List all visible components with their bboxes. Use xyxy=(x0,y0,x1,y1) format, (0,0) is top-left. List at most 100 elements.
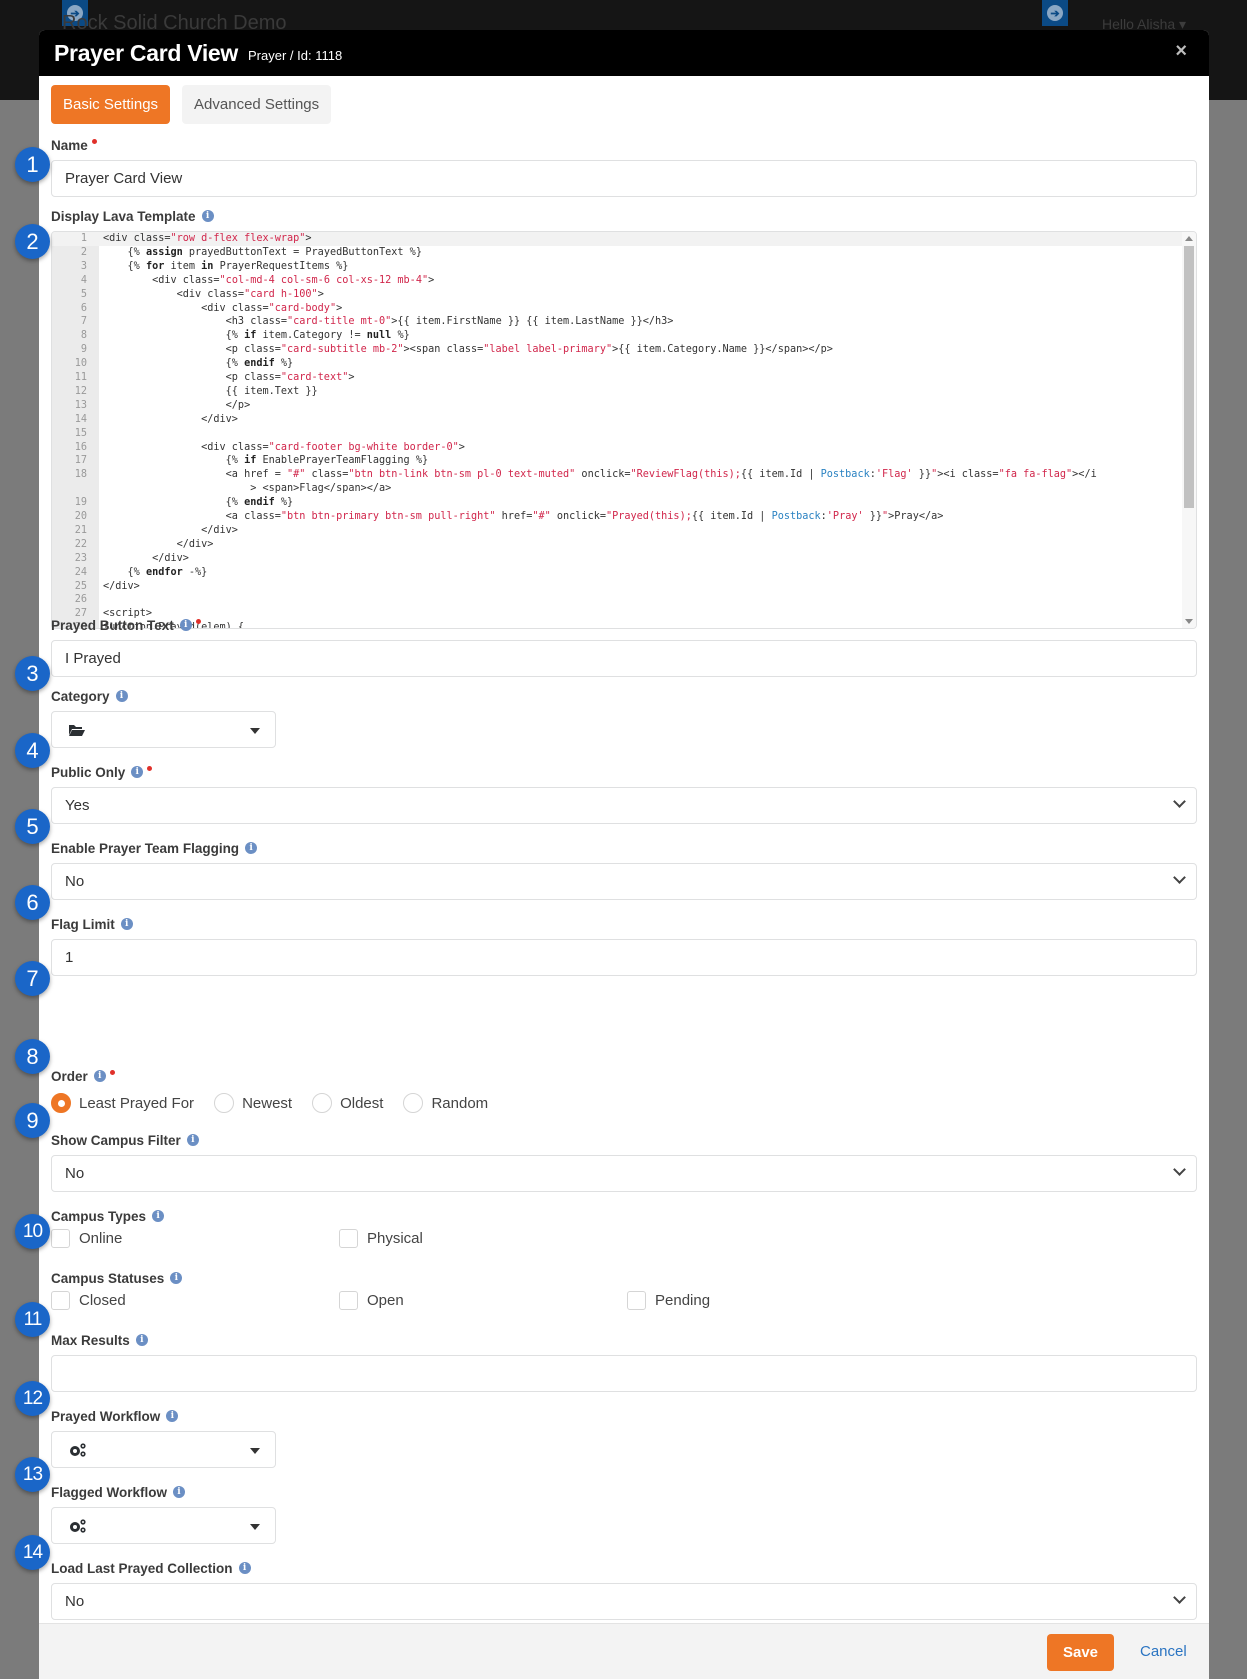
code-line[interactable]: 23 </div> xyxy=(52,552,1182,566)
tab-advanced-settings[interactable]: Advanced Settings xyxy=(182,85,332,124)
flagged-workflow-picker[interactable] xyxy=(51,1507,276,1544)
nav-arrow-right[interactable]: ➔ xyxy=(1042,0,1068,26)
info-icon[interactable]: i xyxy=(179,619,192,631)
code-line[interactable]: 12 {{ item.Text }} xyxy=(52,385,1182,399)
code-line[interactable]: > <span>Flag</span></a> xyxy=(52,482,1182,496)
campus-statuses-label: Campus Statuses xyxy=(51,1270,165,1286)
campus-status-closed[interactable]: Closed xyxy=(51,1291,126,1310)
order-radio-group: Least Prayed For Newest Oldest Random xyxy=(51,1091,1197,1115)
info-icon[interactable]: i xyxy=(131,766,144,778)
code-line[interactable]: 7 <h3 class="card-title mt-0">{{ item.Fi… xyxy=(52,315,1182,329)
info-icon[interactable]: i xyxy=(166,1410,179,1422)
checkbox[interactable] xyxy=(339,1229,358,1248)
code-line[interactable]: 20 <a class="btn btn-primary btn-sm pull… xyxy=(52,510,1182,524)
category-picker[interactable] xyxy=(51,711,276,748)
campus-type-physical[interactable]: Physical xyxy=(339,1229,423,1248)
code-line[interactable]: 9 <p class="card-subtitle mb-2"><span cl… xyxy=(52,343,1182,357)
info-icon[interactable]: i xyxy=(152,1210,165,1222)
max-results-input[interactable] xyxy=(51,1355,1197,1392)
code-line[interactable]: 13 </p> xyxy=(52,399,1182,413)
line-number: 1 xyxy=(80,233,87,244)
order-option-random[interactable]: Random xyxy=(403,1093,488,1113)
line-number: 23 xyxy=(74,552,87,564)
code-line[interactable]: 19 {% endif %} xyxy=(52,496,1182,510)
code-line[interactable]: 4 <div class="col-md-4 col-sm-6 col-xs-1… xyxy=(52,274,1182,288)
option-label: Pending xyxy=(655,1292,711,1309)
checkbox[interactable] xyxy=(51,1291,70,1310)
campus-status-open[interactable]: Open xyxy=(339,1291,404,1310)
code-line[interactable]: 22 </div> xyxy=(52,538,1182,552)
flag-limit-input[interactable]: 1 xyxy=(51,939,1197,976)
enable-flagging-label: Enable Prayer Team Flagging xyxy=(51,840,240,856)
info-icon[interactable]: i xyxy=(120,918,133,930)
checkbox[interactable] xyxy=(51,1229,70,1248)
radio-checked[interactable] xyxy=(51,1093,71,1113)
code-line[interactable]: 1 <div class="row d-flex flex-wrap"> xyxy=(52,232,1182,246)
caret-down-icon xyxy=(250,1448,260,1454)
code-line[interactable]: 26 xyxy=(52,593,1182,607)
callout-badge-7: 7 xyxy=(15,961,50,996)
order-option-newest[interactable]: Newest xyxy=(214,1093,292,1113)
code-line[interactable]: 18 <a href = "#" class="btn btn-link btn… xyxy=(52,468,1182,482)
cancel-button[interactable]: Cancel xyxy=(1140,1643,1187,1660)
public-only-label-row: Public Only i xyxy=(51,763,1197,781)
code-line[interactable]: 24 {% endfor -%} xyxy=(52,566,1182,580)
radio[interactable] xyxy=(214,1093,235,1113)
code-text: <div class="row d-flex flex-wrap"> xyxy=(103,233,312,244)
flagged-workflow-label: Flagged Workflow xyxy=(51,1484,168,1500)
campus-status-pending[interactable]: Pending xyxy=(627,1291,710,1310)
radio[interactable] xyxy=(312,1093,333,1113)
code-line[interactable]: 11 <p class="card-text"> xyxy=(52,371,1182,385)
radio[interactable] xyxy=(403,1093,424,1113)
public-only-value: Yes xyxy=(65,797,90,814)
order-option-oldest[interactable]: Oldest xyxy=(312,1093,383,1113)
code-line[interactable]: 25 </div> xyxy=(52,580,1182,594)
enable-flagging-select[interactable]: No xyxy=(51,863,1197,900)
category-label: Category xyxy=(51,688,110,704)
checkbox[interactable] xyxy=(339,1291,358,1310)
public-only-select[interactable]: Yes xyxy=(51,787,1197,824)
info-icon[interactable]: i xyxy=(238,1562,251,1574)
info-icon[interactable]: i xyxy=(170,1272,183,1284)
code-line[interactable]: 16 <div class="card-footer bg-white bord… xyxy=(52,441,1182,455)
code-line[interactable]: 14 </div> xyxy=(52,413,1182,427)
code-text: </div> xyxy=(103,538,214,550)
info-icon[interactable]: i xyxy=(245,842,258,854)
code-line[interactable]: 17 {% if EnablePrayerTeamFlagging %} xyxy=(52,454,1182,468)
scrollbar-thumb[interactable] xyxy=(1184,246,1194,508)
checkbox[interactable] xyxy=(627,1291,646,1310)
show-campus-filter-select[interactable]: No xyxy=(51,1155,1197,1192)
prayed-button-text-label: Prayed Button Text xyxy=(51,617,174,633)
code-line[interactable]: 6 <div class="card-body"> xyxy=(52,302,1182,316)
lava-code-editor[interactable]: 1 <div class="row d-flex flex-wrap"> 2 {% … xyxy=(51,231,1197,629)
info-icon[interactable]: i xyxy=(115,690,128,702)
scroll-up-arrow-icon[interactable] xyxy=(1185,236,1193,241)
prayed-button-text-input[interactable]: I Prayed xyxy=(51,640,1197,677)
code-line[interactable]: 3 {% for item in PrayerRequestItems %} xyxy=(52,260,1182,274)
code-text: <div class="card-footer bg-white border-… xyxy=(103,441,465,453)
order-option-least-prayed-for[interactable]: Least Prayed For xyxy=(51,1093,194,1113)
info-icon[interactable]: i xyxy=(93,1070,106,1082)
code-editor-scrollbar[interactable] xyxy=(1182,232,1196,628)
code-text: {% assign prayedButtonText = PrayedButto… xyxy=(103,246,422,258)
info-icon[interactable]: i xyxy=(186,1134,199,1146)
info-icon[interactable]: i xyxy=(135,1334,148,1346)
tab-basic-settings[interactable]: Basic Settings xyxy=(51,85,171,124)
code-line[interactable]: 2 {% assign prayedButtonText = PrayedBut… xyxy=(52,246,1182,260)
chevron-down-icon xyxy=(1173,1591,1186,1604)
prayed-workflow-label: Prayed Workflow xyxy=(51,1408,161,1424)
info-icon[interactable]: i xyxy=(173,1486,186,1498)
code-line[interactable]: 10 {% endif %} xyxy=(52,357,1182,371)
info-icon[interactable]: i xyxy=(201,210,214,222)
name-input[interactable]: Prayer Card View xyxy=(51,160,1197,197)
prayed-workflow-picker[interactable] xyxy=(51,1431,276,1468)
campus-type-online[interactable]: Online xyxy=(51,1229,122,1248)
code-line[interactable]: 21 </div> xyxy=(52,524,1182,538)
code-line[interactable]: 15 xyxy=(52,427,1182,441)
code-line[interactable]: 8 {% if item.Category != null %} xyxy=(52,329,1182,343)
save-button[interactable]: Save xyxy=(1047,1634,1114,1671)
load-last-prayed-select[interactable]: No xyxy=(51,1583,1197,1620)
close-icon[interactable]: × xyxy=(1175,40,1187,63)
code-line[interactable]: 5 <div class="card h-100"> xyxy=(52,288,1182,302)
code-text: </div> xyxy=(103,524,238,536)
